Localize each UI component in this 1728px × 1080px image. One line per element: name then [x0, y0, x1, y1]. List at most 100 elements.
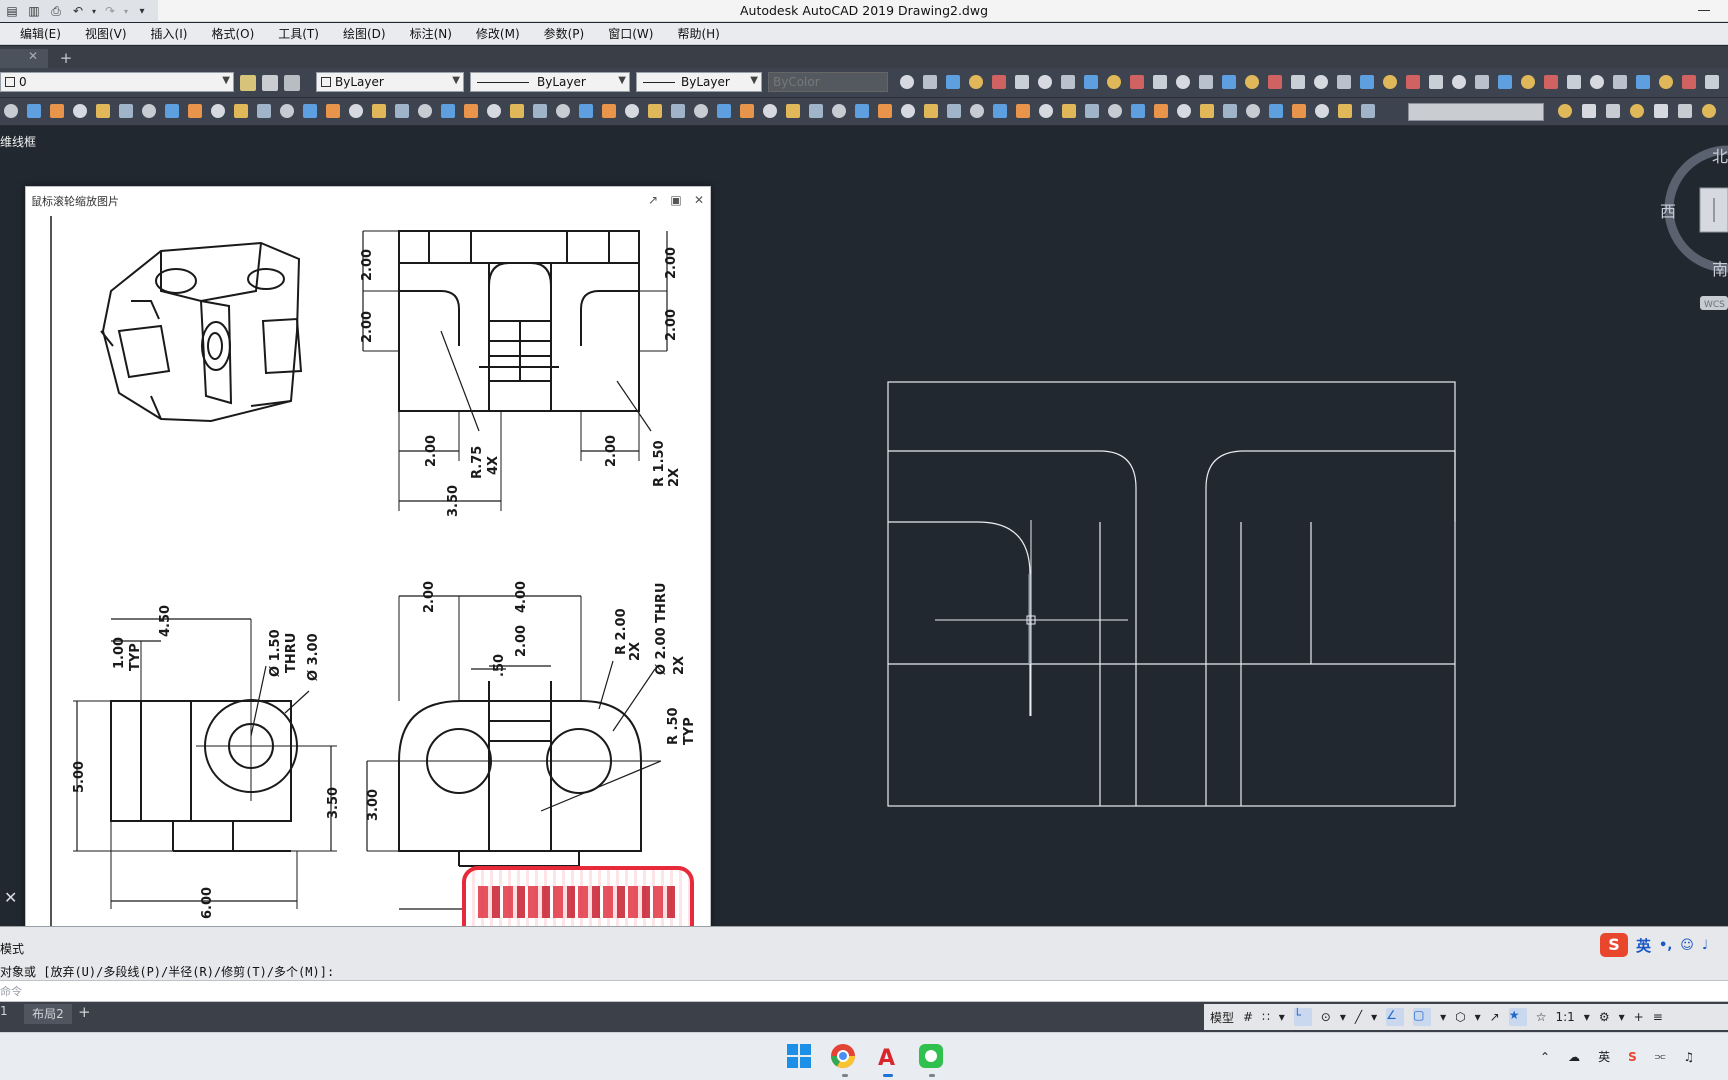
customize-qat-icon[interactable]: ▾ — [132, 2, 152, 20]
annotation-scale[interactable]: 1:1 — [1555, 1010, 1574, 1024]
modify-tool-icon[interactable] — [1292, 104, 1306, 118]
microphone-icon[interactable]: ♩ — [1702, 938, 1708, 953]
polar-icon[interactable]: ⊙ — [1321, 1010, 1331, 1024]
modify-tool-icon[interactable] — [349, 104, 363, 118]
modify-tool-icon[interactable] — [142, 104, 156, 118]
modify-tool-icon[interactable] — [487, 104, 501, 118]
compass-west[interactable]: 西 — [1660, 202, 1676, 221]
modify-tool-icon[interactable] — [1039, 104, 1053, 118]
modeling-tool-icon[interactable] — [1245, 75, 1259, 89]
modify-tool-icon[interactable] — [1200, 104, 1214, 118]
emoji-icon[interactable]: ☺ — [1680, 938, 1694, 953]
modeling-tool-icon[interactable] — [1590, 75, 1604, 89]
menu-tools[interactable]: 工具(T) — [278, 25, 319, 42]
modify-tool-icon[interactable] — [1154, 104, 1168, 118]
drawing-tab[interactable]: ✕ — [0, 49, 48, 68]
auto-scale-icon[interactable]: ☆ — [1536, 1010, 1547, 1024]
modify-tool-icon[interactable] — [1085, 104, 1099, 118]
modify-tool-icon[interactable] — [50, 104, 64, 118]
modeling-tool-icon[interactable] — [946, 75, 960, 89]
modify-tool-icon[interactable] — [1338, 104, 1352, 118]
menu-window[interactable]: 窗口(W) — [608, 25, 653, 42]
undo-icon[interactable]: ↶ — [68, 2, 88, 20]
view-tool-icon[interactable] — [1630, 104, 1644, 118]
modeling-tool-icon[interactable] — [1268, 75, 1282, 89]
modify-tool-icon[interactable] — [372, 104, 386, 118]
modeling-tool-icon[interactable] — [1314, 75, 1328, 89]
modify-tool-icon[interactable] — [234, 104, 248, 118]
modify-tool-icon[interactable] — [878, 104, 892, 118]
modeling-tool-icon[interactable] — [1613, 75, 1627, 89]
modify-tool-icon[interactable] — [4, 104, 18, 118]
command-input[interactable] — [0, 980, 1728, 1002]
modeling-tool-icon[interactable] — [1199, 75, 1213, 89]
modeling-tool-icon[interactable] — [1429, 75, 1443, 89]
print-icon[interactable]: ⎙ — [46, 2, 66, 20]
model-space-toggle[interactable]: 模型 — [1210, 1009, 1234, 1026]
view-tool-icon[interactable] — [1702, 104, 1716, 118]
layer-dropdown[interactable]: 0 ▼ — [0, 72, 234, 92]
menu-dimension[interactable]: 标注(N) — [410, 25, 452, 42]
menu-view[interactable]: 视图(V) — [85, 25, 127, 42]
linetype-dropdown[interactable]: ByLayer ▼ — [470, 72, 630, 92]
color-dropdown[interactable]: ByLayer ▼ — [316, 72, 464, 92]
modify-tool-icon[interactable] — [165, 104, 179, 118]
modify-tool-icon[interactable] — [441, 104, 455, 118]
modify-tool-icon[interactable] — [73, 104, 87, 118]
modify-tool-icon[interactable] — [395, 104, 409, 118]
lineweight-dropdown[interactable]: ByLayer ▼ — [636, 72, 762, 92]
modeling-tool-icon[interactable] — [1682, 75, 1696, 89]
modeling-tool-icon[interactable] — [1567, 75, 1581, 89]
menu-modify[interactable]: 修改(M) — [476, 25, 520, 42]
volume-icon[interactable]: ♫ — [1684, 1050, 1695, 1064]
view-tool-icon[interactable] — [1678, 104, 1692, 118]
modeling-tool-icon[interactable] — [1222, 75, 1236, 89]
ime-toolbar[interactable]: S 英 •, ☺ ♩ — [1598, 932, 1728, 958]
redo-dropdown-icon[interactable]: ▾ — [122, 2, 130, 20]
wifi-icon[interactable]: ⫗ — [1655, 1049, 1666, 1064]
chrome-icon[interactable] — [830, 1043, 856, 1069]
modeling-tool-icon[interactable] — [1452, 75, 1466, 89]
modify-tool-icon[interactable] — [418, 104, 432, 118]
modeling-tool-icon[interactable] — [1061, 75, 1075, 89]
modify-tool-icon[interactable] — [671, 104, 685, 118]
modify-tool-icon[interactable] — [188, 104, 202, 118]
wechat-icon[interactable] — [918, 1043, 944, 1069]
view-tool-icon[interactable] — [1606, 104, 1620, 118]
modify-tool-icon[interactable] — [556, 104, 570, 118]
object-snap-icon[interactable]: ▢ — [1413, 1008, 1432, 1026]
undo-dropdown-icon[interactable]: ▾ — [90, 2, 98, 20]
3d-osnap-dropdown-icon[interactable]: ▾ — [1475, 1010, 1481, 1024]
maximize-icon[interactable]: ▣ — [667, 191, 685, 209]
modify-tool-icon[interactable] — [763, 104, 777, 118]
menu-format[interactable]: 格式(O) — [211, 25, 254, 42]
viewcube[interactable]: 北 西 南 WCS — [1660, 140, 1728, 320]
modeling-tool-icon[interactable] — [1107, 75, 1121, 89]
modeling-tool-icon[interactable] — [1521, 75, 1535, 89]
modeling-tool-icon[interactable] — [1636, 75, 1650, 89]
ime-language[interactable]: 英 — [1636, 935, 1651, 956]
modeling-tool-icon[interactable] — [1153, 75, 1167, 89]
object-snap-dropdown-icon[interactable]: ▾ — [1440, 1010, 1446, 1024]
modify-tool-icon[interactable] — [970, 104, 984, 118]
modify-tool-icon[interactable] — [993, 104, 1007, 118]
modify-tool-icon[interactable] — [1131, 104, 1145, 118]
minimize-button[interactable] — [1694, 2, 1714, 18]
modify-tool-icon[interactable] — [257, 104, 271, 118]
modify-toolbar-icons[interactable] — [0, 103, 1400, 121]
windows-start-icon[interactable] — [786, 1043, 812, 1069]
menu-edit[interactable]: 编辑(E) — [20, 25, 61, 42]
modify-tool-icon[interactable] — [832, 104, 846, 118]
modify-tool-icon[interactable] — [625, 104, 639, 118]
modeling-tool-icon[interactable] — [1130, 75, 1144, 89]
menu-draw[interactable]: 绘图(D) — [343, 25, 386, 42]
close-icon[interactable]: ✕ — [690, 191, 708, 209]
make-current-layer-icon[interactable] — [240, 75, 256, 91]
workspace-gear-icon[interactable]: ⚙ — [1599, 1010, 1610, 1024]
modeling-tool-icon[interactable] — [992, 75, 1006, 89]
modeling-tool-icon[interactable] — [1337, 75, 1351, 89]
modeling-tool-icon[interactable] — [1291, 75, 1305, 89]
modeling-tool-icon[interactable] — [1498, 75, 1512, 89]
image-viewer-window[interactable]: 鼠标滚轮缩放图片 ↗ ▣ ✕ 2.00 2.00 2.00 2.00 2.00 … — [25, 186, 711, 962]
customize-icon[interactable]: ≡ — [1653, 1010, 1663, 1024]
